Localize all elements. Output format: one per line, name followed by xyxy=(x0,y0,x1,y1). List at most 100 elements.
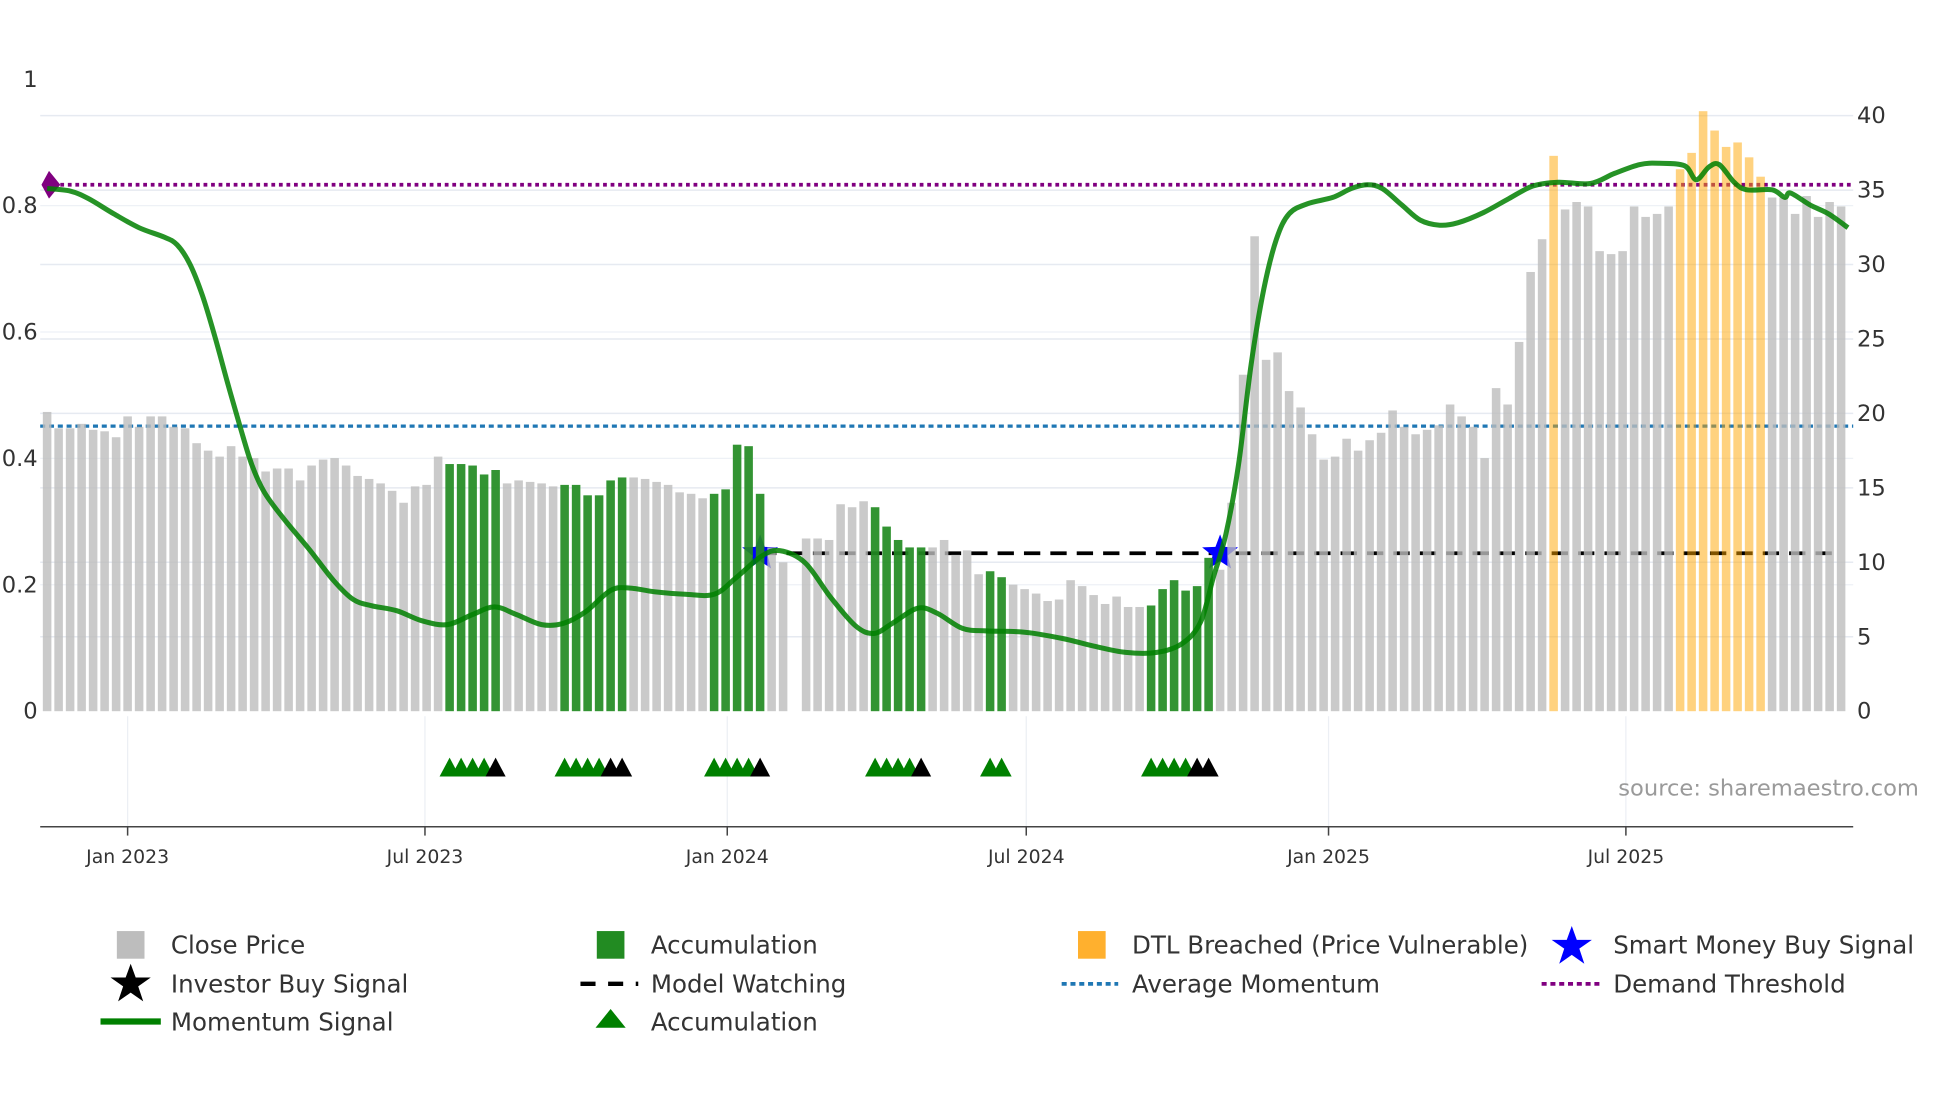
close-price-bar xyxy=(663,484,673,712)
dtl-breached-bar xyxy=(1733,142,1742,712)
legend-label-accumulation: Accumulation xyxy=(651,931,818,960)
accumulation-bar xyxy=(479,474,489,712)
close-price-bar xyxy=(1411,434,1420,712)
close-price-bar xyxy=(353,475,362,712)
close-price-bar xyxy=(1434,425,1443,712)
close-price-bar xyxy=(1836,206,1846,712)
close-price-bar xyxy=(1457,416,1466,712)
legend-label-investor-buy: Investor Buy Signal xyxy=(171,970,408,999)
close-price-bar xyxy=(1054,599,1064,712)
close-price-bar xyxy=(1008,584,1018,712)
close-price-bar xyxy=(686,493,696,712)
close-price-bar xyxy=(1422,429,1432,712)
left-axis-tick-label: 0.2 xyxy=(2,572,38,598)
close-price-bar xyxy=(192,443,201,712)
close-price-bar xyxy=(1802,196,1811,712)
close-price-bar xyxy=(652,481,661,712)
close-price-bar xyxy=(1020,589,1029,712)
right-axis-tick-label: 30 xyxy=(1857,252,1886,278)
dtl-breached-bar xyxy=(1721,146,1731,712)
close-price-bar xyxy=(203,450,213,712)
close-price-bar xyxy=(261,471,270,712)
x-axis-tick-label: Jan 2023 xyxy=(85,847,169,868)
close-price-bar xyxy=(226,446,236,712)
close-price-bar xyxy=(1514,341,1524,712)
close-price-bar xyxy=(1123,606,1133,712)
close-price-bar xyxy=(1641,216,1650,712)
close-price-bar xyxy=(410,486,420,712)
close-price-bar xyxy=(1376,432,1386,712)
legend-swatch-dtl-breached xyxy=(1078,931,1106,959)
x-axis-tick-label: Jul 2023 xyxy=(386,847,464,868)
close-price-bar xyxy=(847,507,857,712)
close-price-bar xyxy=(824,539,834,712)
close-price-bar xyxy=(42,411,52,712)
close-price-bar xyxy=(238,456,247,712)
close-price-bar xyxy=(1480,458,1489,712)
dtl-breached-bar xyxy=(1549,155,1558,712)
close-price-bar xyxy=(698,498,707,712)
left-axis-tick-label: 0.8 xyxy=(2,193,38,219)
accumulation-bar xyxy=(870,507,880,712)
legend-label-close-price: Close Price xyxy=(171,931,305,960)
close-price-bar xyxy=(1790,213,1800,712)
left-axis-tick-label: 1 xyxy=(23,67,37,93)
close-price-bar xyxy=(1572,202,1581,712)
legend-label-average-momentum: Average Momentum xyxy=(1132,970,1380,999)
accumulation-bar xyxy=(709,493,719,712)
close-price-bar xyxy=(134,426,144,712)
accumulation-bar xyxy=(882,526,891,712)
accumulation-bar xyxy=(1192,586,1202,712)
accumulation-bar xyxy=(491,469,500,712)
close-price-bar xyxy=(1503,404,1512,712)
dtl-breached-bar xyxy=(1744,157,1754,712)
accumulation-bar xyxy=(985,571,995,712)
accumulation-triangles xyxy=(439,757,1219,777)
close-price-bar xyxy=(548,486,558,712)
close-price-bar xyxy=(1388,410,1397,712)
close-price-bar xyxy=(376,483,385,712)
right-axis-tick-label: 5 xyxy=(1857,624,1871,650)
close-price-bar xyxy=(54,428,63,712)
close-price-bar xyxy=(215,456,224,712)
accumulation-bar xyxy=(617,477,627,712)
star-icon xyxy=(110,963,151,1002)
close-price-bar xyxy=(100,431,109,712)
close-price-bar xyxy=(537,483,546,712)
close-price-bar xyxy=(1629,206,1639,712)
close-price-bar xyxy=(1767,197,1777,712)
close-price-bar xyxy=(295,480,305,712)
x-axis-tick-label: Jan 2024 xyxy=(685,847,769,868)
accumulation-bar xyxy=(916,547,926,712)
close-price-bar xyxy=(767,547,776,712)
close-price-bar xyxy=(1066,580,1075,712)
star-icon xyxy=(1551,926,1592,964)
close-price-bar xyxy=(146,416,155,712)
close-price-bar xyxy=(1330,456,1340,712)
legend-label-model-watching: Model Watching xyxy=(651,970,847,999)
x-axis-tick-label: Jul 2024 xyxy=(987,847,1065,868)
accumulation-bar xyxy=(445,464,454,712)
close-price-bar xyxy=(813,538,822,712)
legend-label-momentum: Momentum Signal xyxy=(171,1007,394,1036)
accumulation-bar xyxy=(606,480,615,712)
close-price-bar xyxy=(1537,239,1547,712)
close-price-bar xyxy=(778,562,788,712)
close-price-bar xyxy=(318,459,328,712)
close-price-bar xyxy=(502,483,512,712)
accumulation-bar xyxy=(1146,605,1156,712)
right-axis-tick-label: 20 xyxy=(1857,401,1886,427)
close-price-bar xyxy=(1445,404,1455,712)
accumulation-bar xyxy=(744,446,753,712)
close-price-bar xyxy=(1583,206,1593,712)
close-price-bar xyxy=(1215,569,1225,712)
close-price-bar xyxy=(1813,216,1823,712)
close-price-bar xyxy=(1043,601,1052,712)
close-price-bar xyxy=(1296,407,1305,712)
right-axis-tick-label: 35 xyxy=(1857,178,1886,204)
close-price-bar xyxy=(1342,438,1351,712)
close-price-bar xyxy=(1307,434,1317,712)
close-price-bar xyxy=(1618,251,1627,712)
right-axis-tick-label: 0 xyxy=(1857,699,1871,725)
close-price-bar xyxy=(1664,206,1673,712)
